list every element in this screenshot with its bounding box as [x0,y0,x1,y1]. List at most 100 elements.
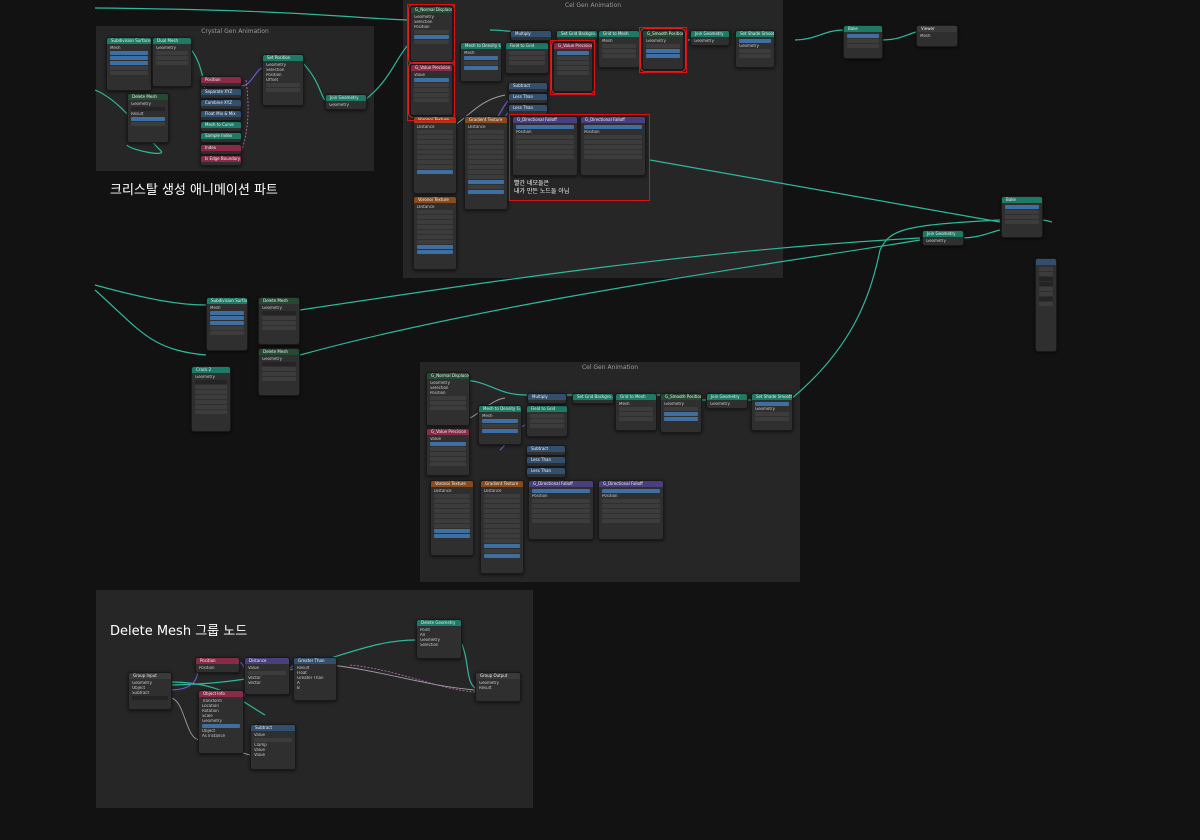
node-set-shade-smooth[interactable]: Set Shade Smooth Geometry [735,30,775,68]
node-viewer[interactable]: Viewer Mesh [916,25,958,47]
node-join-geometry-mid[interactable]: Join Geometry Geometry [706,393,748,409]
node-group-output[interactable]: Group Output Geometry Result [475,672,521,702]
node-mesh-to-curve[interactable]: Mesh to Curve [200,121,242,132]
node-g-directional-falloff-2[interactable]: G_Directional Falloff Position [580,116,646,176]
node-header[interactable]: Combine XYZ [201,100,241,106]
node-header[interactable]: Delete Geometry [417,620,461,626]
node-header[interactable]: Subdivision Surface [207,298,247,304]
node-set-shade-smooth-mid[interactable]: Set Shade Smooth Geometry [751,393,793,431]
node-set-grid-background-mid[interactable]: Set Grid Backgro.. [572,393,614,404]
node-delete-mesh-2[interactable]: Delete Mesh Geometry [258,297,300,345]
node-subtract-mid[interactable]: Subtract [526,445,566,456]
node-group-input[interactable]: Group Input Geometry Object Subtract [128,672,172,710]
node-mesh-to-density-grid[interactable]: Mesh to Density G.. Mesh [460,42,502,82]
node-distance-dm[interactable]: Distance Value Vector Vector [244,657,290,695]
node-dual-mesh[interactable]: Dual Mesh Geometry [152,37,192,87]
node-delete-mesh[interactable]: Delete Mesh Geometry Result [127,93,169,143]
node-index[interactable]: Index [200,144,242,155]
node-header[interactable]: Join Geometry [691,31,729,37]
node-g-directional-falloff-4[interactable]: G_Directional Falloff Position [598,480,664,540]
node-less-than[interactable]: Less Than [508,93,548,104]
node-header[interactable]: G_Smooth Position [643,31,683,37]
node-set-grid-background[interactable]: Set Grid Backgro.. [556,30,598,41]
node-header[interactable]: Gradient Texture [465,117,507,123]
node-separate-xyz[interactable]: Separate XYZ [200,88,242,99]
node-header[interactable]: Set Shade Smooth [752,394,792,400]
node-header[interactable]: Set Grid Backgro.. [557,31,597,37]
node-delete-geometry-dm[interactable]: Delete Geometry Point All Geometry Selectio… [416,619,462,659]
node-header[interactable]: Mesh to Density G.. [461,43,501,49]
node-greater-than-dm[interactable]: Greater Than Result Float Greater Than A B [293,657,337,701]
node-header[interactable]: Mesh to Curve [201,122,241,128]
node-header[interactable]: Float Mix & Mix [201,111,241,117]
node-offscreen-partial[interactable] [1035,258,1057,352]
node-gradient-texture[interactable]: Gradient Texture Distance [464,116,508,210]
node-voronoi-texture[interactable]: Voronoi Texture Distance [413,116,457,194]
node-header[interactable]: Less Than [509,105,547,111]
node-header[interactable]: G_Normal Displace [427,373,469,379]
node-position-dm[interactable]: Position Position [195,657,240,673]
node-combine-xyz[interactable]: Combine XYZ [200,99,242,110]
node-header[interactable]: G_Smooth Position [661,394,701,400]
node-multiply[interactable]: Multiply [510,30,552,41]
node-gradient-texture-mid[interactable]: Gradient Texture Distance [480,480,524,574]
node-header[interactable]: Mesh to Density G.. [479,406,521,412]
node-header[interactable]: Separate XYZ [201,89,241,95]
node-delete-mesh-3[interactable]: Delete Mesh Geometry [258,348,300,396]
node-header[interactable]: Position [201,77,241,83]
node-header[interactable]: Less Than [527,468,565,474]
node-header[interactable]: Multiply [528,394,566,400]
node-header[interactable]: G_Value Precision [411,65,452,71]
node-header[interactable]: Subdivision Surface [107,38,151,44]
node-join-geometry-right[interactable]: Join Geometry Geometry [922,230,964,246]
node-float-mix[interactable]: Float Mix & Mix [200,110,242,121]
node-multiply-mid[interactable]: Multiply [527,393,567,404]
node-g-directional-falloff[interactable]: G_Directional Falloff Position [512,116,578,176]
node-header[interactable]: Gradient Texture [481,481,523,487]
node-g-normal-displace[interactable]: G_Normal Displace Geometry Selection Posit… [408,4,455,64]
node-subdivision-surface-2[interactable]: Subdivision Surface Mesh [206,297,248,351]
node-header[interactable]: Is Edge Boundary [201,156,241,162]
node-sample-index[interactable]: Sample Index [200,132,242,143]
node-header[interactable]: G_Normal Displace [411,7,452,13]
node-header[interactable]: Subtract [527,446,565,452]
node-g-smooth-position[interactable]: G_Smooth Position Geometry [640,28,686,72]
node-voronoi-texture-2[interactable]: Voronoi Texture Distance [413,196,457,270]
node-set-position[interactable]: Set Position Geometry Selection Position Of… [262,54,304,106]
node-header[interactable]: Subtract [509,83,547,89]
node-is-edge-boundary[interactable]: Is Edge Boundary [200,155,242,166]
node-field-to-grid-mid[interactable]: Field to Grid [526,405,568,437]
node-grid-to-mesh-mid[interactable]: Grid to Mesh Mesh [615,393,657,431]
node-header[interactable]: Sample Index [201,133,241,139]
node-header[interactable]: Index [201,145,241,151]
node-join-geometry[interactable]: Join Geometry Geometry [325,94,367,110]
node-header[interactable]: Multiply [511,31,551,37]
node-subdivision-surface[interactable]: Subdivision Surface Mesh [106,37,152,91]
node-g-value-precision-2[interactable]: G_Value Precision [551,40,595,94]
node-less-than-2[interactable]: Less Than [508,104,548,115]
node-subtract[interactable]: Subtract [508,82,548,93]
node-less-than-mid[interactable]: Less Than [526,456,566,467]
node-header[interactable]: Less Than [509,94,547,100]
node-bake-2[interactable]: Bake [1001,196,1043,238]
node-header[interactable]: G_Value Precision [554,43,592,49]
node-object-info[interactable]: Object Info Transform Location Rotation Sca… [198,690,244,754]
node-g-value-precision-mid[interactable]: G_Value Precision Value [426,428,470,476]
node-header[interactable]: Set Grid Backgro.. [573,394,613,400]
node-field-to-grid[interactable]: Field to Grid [505,42,549,74]
node-header[interactable]: G_Value Precision [427,429,469,435]
node-header[interactable]: Set Shade Smooth [736,31,774,37]
node-voronoi-texture-mid[interactable]: Voronoi Texture Distance [430,480,474,556]
node-g-value-precision[interactable]: G_Value Precision Value [408,62,455,118]
node-less-than-2-mid[interactable]: Less Than [526,467,566,478]
node-crack-2[interactable]: Crack 2 Geometry [191,366,231,432]
node-g-directional-falloff-3[interactable]: G_Directional Falloff Position [528,480,594,540]
node-join-geometry-top[interactable]: Join Geometry Geometry [690,30,730,46]
node-bake[interactable]: Bake [843,25,883,59]
node-g-smooth-position-mid[interactable]: G_Smooth Position Geometry [660,393,702,433]
node-mesh-to-density-mid[interactable]: Mesh to Density G.. Mesh [478,405,522,445]
node-g-normal-displace-mid[interactable]: G_Normal Displace Geometry Selection Posit… [426,372,470,426]
node-header[interactable]: Less Than [527,457,565,463]
node-position[interactable]: Position [200,76,242,87]
node-grid-to-mesh[interactable]: Grid to Mesh Mesh [598,30,640,68]
